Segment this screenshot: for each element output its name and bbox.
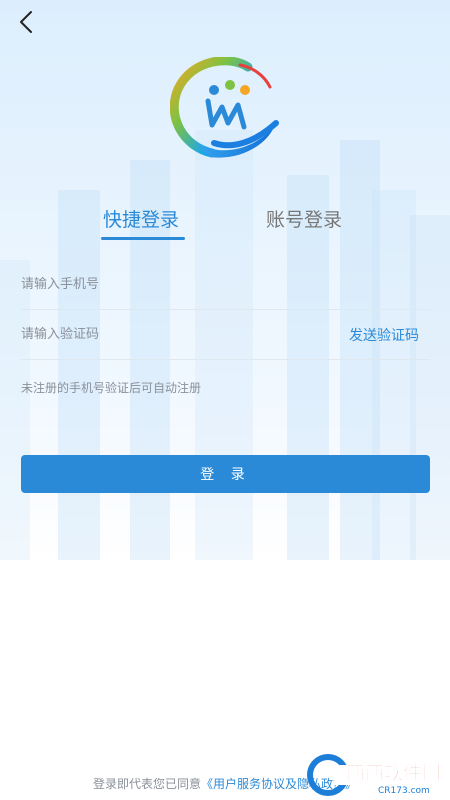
send-code-button[interactable]: 发送验证码 xyxy=(349,325,419,345)
app-logo xyxy=(170,57,279,158)
verification-code-input[interactable] xyxy=(21,310,321,359)
background-building xyxy=(58,190,100,560)
auto-register-hint: 未注册的手机号验证后可自动注册 xyxy=(21,381,202,395)
login-button[interactable]: 登 录 xyxy=(21,455,430,493)
phone-field xyxy=(21,260,430,310)
login-tabs: 快捷登录 账号登录 xyxy=(0,205,450,245)
tab-quick-login[interactable]: 快捷登录 xyxy=(103,205,179,232)
watermark-main-text: 西西软件园 xyxy=(346,761,441,784)
back-button[interactable] xyxy=(14,8,38,36)
agreement-prefix: 登录即代表您已同意 xyxy=(92,777,201,791)
phone-input[interactable] xyxy=(21,260,321,309)
watermark-sub-text: CR173.com xyxy=(378,786,430,796)
active-tab-indicator xyxy=(101,237,185,240)
site-watermark: 西西软件园 CR173.com xyxy=(307,754,441,796)
tab-account-login[interactable]: 账号登录 xyxy=(266,205,342,232)
chevron-left-icon xyxy=(20,11,32,33)
verification-code-field: 发送验证码 xyxy=(21,310,430,360)
